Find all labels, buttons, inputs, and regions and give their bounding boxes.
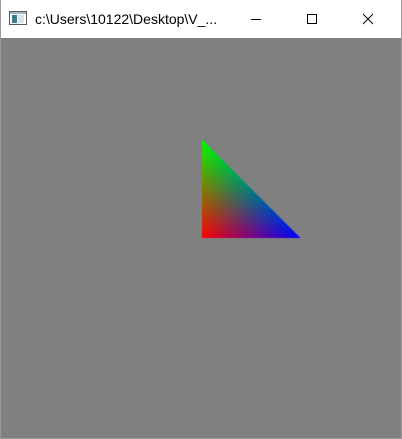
app-window: c:\Users\10122\Desktop\V_... (0, 0, 402, 439)
minimize-icon (250, 13, 262, 25)
close-icon (362, 13, 374, 25)
minimize-button[interactable] (233, 0, 279, 38)
render-viewport[interactable] (1, 38, 401, 438)
window-title: c:\Users\10122\Desktop\V_... (35, 11, 218, 27)
maximize-icon (306, 13, 318, 25)
title-bar[interactable]: c:\Users\10122\Desktop\V_... (1, 0, 401, 38)
app-window-icon[interactable] (9, 11, 27, 25)
close-button[interactable] (345, 0, 391, 38)
maximize-button[interactable] (289, 0, 335, 38)
color-interpolated-triangle (1, 38, 401, 438)
